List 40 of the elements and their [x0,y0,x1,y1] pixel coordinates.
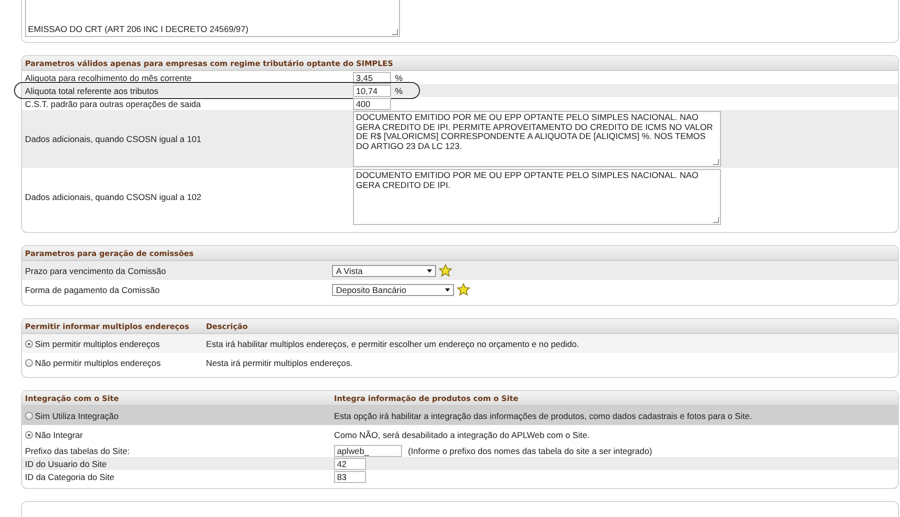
field-label: ID da Categoria do Site [25,472,116,482]
dropdown[interactable]: A Vista [332,264,436,276]
radio-button[interactable] [25,430,33,438]
input-field[interactable]: 83 [334,470,366,482]
text-area[interactable]: EMISSAO DO CRT (ART 206 INC I DECRETO 24569/97) [25,0,400,37]
caret-icon [427,268,432,272]
dropdown[interactable]: Deposito Bancário [332,284,454,296]
caret-icon [445,288,450,292]
option-label: Não permitir multiplos endereços [35,358,161,368]
radio-button[interactable] [25,412,33,420]
text-area[interactable]: DOCUMENTO EMITIDO POR ME OU EPP OPTANTE PELO SIMPLES NACIONAL. NAO GERA CREDITO DE IPI. [353,169,721,225]
unit-label: % [394,72,403,82]
input-field[interactable]: 400 [353,98,391,110]
option-label: Sim Utiliza Integração [35,410,119,420]
field-hint: (Informe o prefixo dos nomes das tabela do site a ser integrado) [407,446,652,456]
option-label: Não Integrar [35,430,83,440]
input-field[interactable]: 10,74 [353,84,391,96]
input-field[interactable]: 42 [334,458,366,470]
option-label: Sim permitir multiplos endereços [35,338,160,348]
input-field[interactable]: 3,45 [353,72,391,84]
option-description: Esta opção irá habilitar a integração das informações de produtos, como dados cadastrais e fotos para o Site. [334,410,752,420]
input-field[interactable]: aplweb_ [334,444,402,456]
star-icon[interactable] [457,282,470,296]
radio-button[interactable] [25,358,33,366]
field-label: Aliquota total referente aos tributos [25,86,160,96]
radio-button[interactable] [25,340,33,348]
field-label: Dados adicionais, quando CSOSN igual a 102 [25,192,202,202]
field-label: ID do Usuario do Site [25,458,108,468]
field-label: Prazo para vencimento da Comissão [25,266,167,276]
option-description: Como NÃO, será desabilitado a integração do APLWeb com o Site. [334,430,590,440]
field-label: C.S.T. padrão para outras operações de saida [25,98,202,108]
star-icon[interactable] [439,264,452,276]
text-area[interactable]: DOCUMENTO EMITIDO POR ME OU EPP OPTANTE PELO SIMPLES NACIONAL. NAO GERA CREDITO DE IPI. PERMITE APROVEITAMENTO DO CREDITO DE ICMS NO VALOR DE R$ [VALORICMS] CORRESPONDENTE A ALIQUOTA DE [ALIQICMS] %. NOS TEMOS DO ARTIGO 23 DA LC 123. [353,111,721,167]
field-label: Forma de pagamento da Comissão [25,284,161,294]
field-label: Dados adicionais, quando CSOSN igual a 101 [25,134,202,144]
unit-label: % [394,86,403,96]
option-description: Esta irá habilitar multiplos endereços, e permitir escolher um endereço no orçamento e no pedido. [206,338,580,348]
field-label: Prefixo das tabelas do Site: [25,446,131,456]
option-description: Nesta irá permitir multiplos endereços. [206,358,353,368]
field-label: Aliquota para recolhimento do mês corrente [25,72,193,82]
